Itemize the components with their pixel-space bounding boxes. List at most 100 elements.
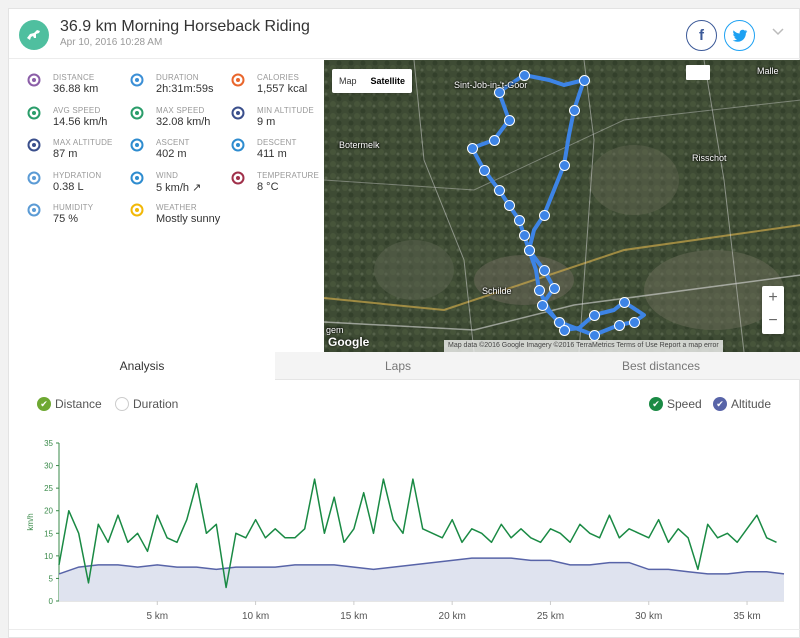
stat-value: 8 °C — [257, 180, 279, 193]
stat-descent: DESCENT 411 m — [231, 135, 336, 165]
map-attribution[interactable]: Map data ©2016 Google Imagery ©2016 Terr… — [444, 340, 723, 352]
stat-label: MAX ALTITUDE — [53, 138, 113, 147]
y-tick-label: 30 — [44, 462, 53, 471]
facebook-share-button[interactable]: f — [686, 20, 717, 51]
stat-value: 36.88 km — [53, 83, 99, 95]
zoom-control: + − — [762, 286, 784, 334]
y-tick-label: 20 — [44, 507, 53, 516]
stat-distance: DISTANCE 36.88 km — [27, 70, 132, 100]
speed-toggle-label: Speed — [667, 397, 702, 411]
stopwatch-icon — [130, 73, 144, 87]
speedometer-icon — [27, 106, 41, 120]
altitude-toggle-label: Altitude — [731, 397, 772, 411]
mountain-low-icon — [231, 106, 245, 120]
place-label: Risschot — [692, 153, 727, 163]
route-marker[interactable] — [524, 245, 535, 256]
stat-value: 14.56 km/h — [53, 115, 108, 128]
route-marker[interactable] — [534, 285, 545, 296]
ascent-icon — [130, 138, 144, 152]
y-tick-label: 5 — [49, 574, 54, 583]
stat-value: 411 m — [257, 148, 287, 160]
y-tick-label: 10 — [44, 552, 53, 561]
activity-card: 36.9 km Morning Horseback Riding Apr 10,… — [8, 8, 800, 638]
speed-toggle[interactable]: ✔ Speed — [649, 396, 702, 412]
route-marker[interactable] — [559, 160, 570, 171]
route-marker[interactable] — [504, 200, 515, 211]
route-marker[interactable] — [514, 215, 525, 226]
wind-icon — [130, 171, 144, 185]
check-icon: ✔ — [37, 397, 51, 411]
zoom-out-button[interactable]: − — [762, 309, 784, 332]
route-marker[interactable] — [619, 297, 630, 308]
stat-label: DESCENT — [257, 138, 297, 147]
x-tick-label: 30 km — [635, 611, 662, 622]
stat-hydration: HYDRATION 0.38 L — [27, 168, 132, 198]
place-label: Schilde — [482, 286, 512, 296]
stat-value: 32.08 km/h — [156, 115, 211, 128]
place-label: Malle — [757, 66, 779, 76]
route-map[interactable]: Sint-Job-in-'t-Goor Botermelk Risschot S… — [324, 60, 800, 352]
stat-temperature: TEMPERATURE 8 °C — [231, 168, 336, 198]
route-marker[interactable] — [519, 230, 530, 241]
stats-panel: DISTANCE 36.88 km DURATION 2h:31m:59s CALORI… — [9, 60, 324, 352]
chevron-down-icon[interactable] — [772, 23, 784, 39]
route-marker[interactable] — [614, 320, 625, 331]
altitude-toggle[interactable]: ✔ Altitude — [713, 396, 771, 412]
route-marker[interactable] — [569, 105, 580, 116]
humidity-icon — [27, 203, 41, 217]
x-tick-label: 20 km — [439, 611, 466, 622]
stat-label: DISTANCE — [53, 73, 95, 82]
stat-duration: DURATION 2h:31m:59s — [130, 70, 235, 100]
route-marker[interactable] — [629, 317, 640, 328]
distance-icon — [27, 73, 41, 87]
stat-label: MAX SPEED — [156, 105, 205, 115]
distance-toggle[interactable]: ✔ Distance — [37, 396, 102, 412]
activity-header: 36.9 km Morning Horseback Riding Apr 10,… — [9, 9, 800, 59]
twitter-share-button[interactable] — [724, 20, 755, 51]
check-icon: ✔ — [713, 397, 727, 411]
tab-laps[interactable]: Laps — [275, 352, 521, 380]
zoom-in-button[interactable]: + — [762, 286, 784, 309]
stat-max-altitude: MAX ALTITUDE 87 m — [27, 135, 132, 165]
tab-analysis[interactable]: Analysis — [9, 352, 275, 380]
activity-title: 36.9 km Morning Horseback Riding — [60, 18, 310, 35]
stat-label: WIND — [156, 170, 179, 180]
y-tick-label: 35 — [44, 439, 53, 448]
stat-label: HYDRATION — [53, 170, 102, 180]
route-marker[interactable] — [539, 265, 550, 276]
unchecked-circle-icon — [115, 397, 129, 411]
stat-value: 0.38 L — [53, 180, 84, 193]
stat-weather: WEATHER Mostly sunny — [130, 200, 235, 230]
y-tick-label: 0 — [49, 597, 54, 606]
map-type-map-button[interactable]: Map — [332, 69, 364, 93]
route-marker[interactable] — [579, 75, 590, 86]
stat-label: HUMIDITY — [53, 203, 94, 212]
route-marker[interactable] — [537, 300, 548, 311]
route-marker[interactable] — [494, 185, 505, 196]
tab-best-distances[interactable]: Best distances — [521, 352, 800, 380]
route-marker[interactable] — [589, 310, 600, 321]
stat-label: DURATION — [156, 73, 199, 82]
stat-avg-speed: AVG SPEED 14.56 km/h — [27, 103, 132, 133]
stat-label: TEMPERATURE — [257, 170, 320, 180]
route-marker[interactable] — [489, 135, 500, 146]
duration-toggle-label: Duration — [133, 397, 179, 411]
route-marker[interactable] — [504, 115, 515, 126]
divider — [9, 629, 800, 630]
duration-toggle[interactable]: Duration — [115, 396, 178, 412]
fullscreen-icon[interactable] — [686, 65, 710, 80]
x-tick-label: 25 km — [537, 611, 564, 622]
map-type-satellite-button[interactable]: Satellite — [364, 69, 413, 93]
mountain-high-icon — [27, 138, 41, 152]
y-tick-label: 15 — [44, 529, 53, 538]
route-marker[interactable] — [539, 210, 550, 221]
route-marker[interactable] — [467, 143, 478, 154]
stat-value: 9 m — [257, 115, 276, 128]
stat-label: AVG SPEED — [53, 105, 101, 115]
route-marker[interactable] — [479, 165, 490, 176]
y-tick-label: 25 — [44, 484, 53, 493]
route-marker[interactable] — [559, 325, 570, 336]
route-marker[interactable] — [549, 283, 560, 294]
satellite-imagery — [324, 60, 800, 352]
stat-value: 5 km/h ↗ — [156, 181, 202, 194]
